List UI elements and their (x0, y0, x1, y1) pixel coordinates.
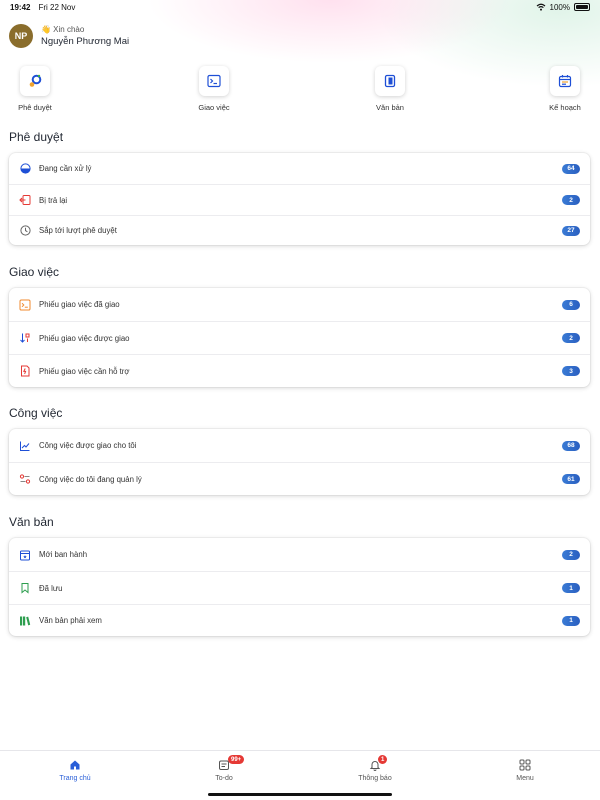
assign-card: Phiếu giao việc đã giao 6 Phiếu giao việ… (9, 288, 590, 387)
notification-badge: 99+ (228, 755, 245, 764)
list-item[interactable]: Đang cần xử lý 64 (9, 153, 590, 184)
list-item[interactable]: Phiếu giao việc cần hỗ trợ 3 (9, 354, 590, 387)
battery-icon (574, 3, 590, 11)
count-badge: 61 (562, 474, 580, 484)
avatar[interactable]: NP (9, 24, 33, 48)
section-title-assign: Giao việc (9, 265, 60, 279)
tab-label: Menu (516, 775, 534, 782)
work-card: Công việc được giao cho tôi 68 Công việc… (9, 429, 590, 495)
shortcut-label: Văn bản (376, 103, 404, 112)
manage-icon (18, 472, 32, 486)
list-item[interactable]: Bị trả lại 2 (9, 184, 590, 215)
wifi-icon (536, 3, 545, 11)
user-name: Nguyễn Phương Mai (41, 36, 130, 47)
greeting-text: 👋 Xin chào (41, 25, 85, 34)
shortcut-label: Giao việc (198, 103, 230, 112)
user-greeting: NP 👋 Xin chào Nguyễn Phương Mai (9, 24, 129, 48)
tab-todo[interactable]: 99+ To-do (194, 755, 254, 782)
count-badge: 27 (562, 225, 580, 236)
item-label: Đã lưu (39, 583, 63, 593)
status-time: 19:42 (10, 2, 31, 12)
half-circle-icon (18, 162, 32, 176)
document-icon (375, 66, 405, 96)
list-item[interactable]: Công việc được giao cho tôi 68 (9, 429, 590, 462)
home-icon (70, 760, 80, 770)
grid-icon (519, 759, 531, 771)
count-badge: 2 (562, 549, 580, 560)
shortcut-label: Kế hoạch (549, 103, 581, 112)
tab-label: Thông báo (358, 775, 392, 782)
list-item[interactable]: Phiếu giao việc được giao 2 (9, 321, 590, 354)
count-badge: 2 (562, 195, 580, 205)
terminal-icon (18, 298, 32, 312)
status-bar: 19:42 Fri 22 Nov 100% (0, 0, 600, 14)
item-label: Văn bản phải xem (39, 616, 102, 625)
item-label: Đang cần xử lý (39, 164, 92, 173)
count-badge: 6 (562, 299, 580, 310)
item-label: Công việc do tôi đang quản lý (39, 474, 142, 484)
calendar-icon (550, 66, 580, 96)
terminal-icon (199, 66, 229, 96)
section-title-docs: Văn bản (9, 515, 54, 529)
count-badge: 2 (562, 333, 580, 343)
tab-notifications[interactable]: 1 Thông báo (345, 755, 405, 782)
home-indicator (208, 793, 392, 796)
list-item[interactable]: Phiếu giao việc đã giao 6 (9, 288, 590, 321)
count-badge: 1 (562, 583, 580, 593)
shortcut-approval[interactable]: Phê duyệt (5, 66, 65, 112)
list-item[interactable]: Văn bản phải xem 1 (9, 604, 590, 636)
item-label: Mới ban hành (39, 550, 88, 559)
item-label: Phiếu giao việc đã giao (39, 300, 120, 309)
shortcut-plan[interactable]: Kế hoạch (535, 66, 595, 112)
return-icon (18, 193, 32, 207)
trend-icon (18, 439, 32, 453)
count-badge: 64 (562, 163, 580, 174)
count-badge: 3 (562, 366, 580, 376)
approval-icon (20, 66, 50, 96)
tab-menu[interactable]: Menu (495, 759, 555, 782)
count-badge: 1 (562, 615, 580, 626)
books-icon (18, 614, 32, 628)
tab-label: Trang chủ (59, 775, 91, 782)
quick-shortcuts: Phê duyệt Giao việc Văn bản Kế hoạch (0, 66, 600, 116)
notification-badge: 1 (378, 755, 388, 764)
item-label: Bị trả lại (39, 195, 68, 205)
approval-card: Đang cần xử lý 64 Bị trả lại 2 Sắp tới l… (9, 153, 590, 245)
shortcut-assign[interactable]: Giao việc (184, 66, 244, 112)
new-calendar-icon (18, 548, 32, 562)
sort-icon (18, 331, 32, 345)
support-file-icon (18, 364, 32, 378)
item-label: Công việc được giao cho tôi (39, 441, 137, 450)
clock-icon (18, 224, 32, 238)
battery-percent: 100% (549, 2, 570, 12)
list-item[interactable]: Công việc do tôi đang quản lý 61 (9, 462, 590, 495)
item-label: Phiếu giao việc cần hỗ trợ (39, 366, 130, 376)
status-date: Fri 22 Nov (38, 2, 76, 12)
list-item[interactable]: Đã lưu 1 (9, 571, 590, 604)
tab-home[interactable]: Trang chủ (45, 759, 105, 782)
docs-card: Mới ban hành 2 Đã lưu 1 Văn bản phải xem… (9, 538, 590, 636)
list-item[interactable]: Sắp tới lượt phê duyệt 27 (9, 215, 590, 245)
section-title-approval: Phê duyệt (9, 130, 64, 144)
item-label: Sắp tới lượt phê duyệt (39, 226, 117, 235)
count-badge: 68 (562, 440, 580, 451)
list-item[interactable]: Mới ban hành 2 (9, 538, 590, 571)
tab-label: To-do (215, 775, 233, 782)
bookmark-icon (18, 581, 32, 595)
shortcut-label: Phê duyệt (18, 103, 52, 112)
shortcut-docs[interactable]: Văn bản (360, 66, 420, 112)
item-label: Phiếu giao việc được giao (39, 333, 130, 343)
section-title-work: Công việc (9, 406, 63, 420)
